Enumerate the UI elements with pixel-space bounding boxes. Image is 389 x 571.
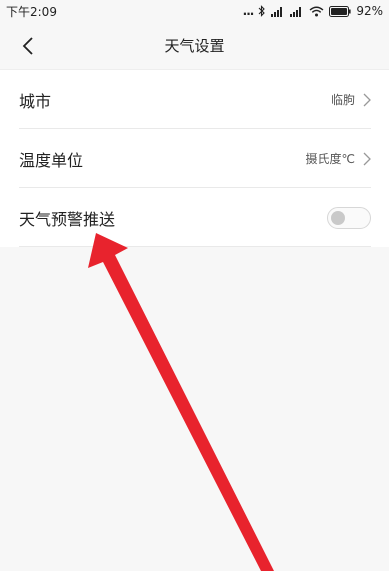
wifi-icon [309,6,324,17]
city-row[interactable]: 城市 临朐 [0,70,389,129]
temperature-unit-row[interactable]: 温度单位 摄氏度℃ [0,129,389,188]
back-button[interactable] [14,32,42,60]
weather-alert-toggle[interactable] [327,206,371,229]
city-value: 临朐 [330,93,355,107]
status-dots: ... [242,4,255,18]
signal-icon-1 [271,6,285,17]
weather-alert-label: 天气预警推送 [19,209,116,229]
header: 天气设置 [0,22,389,70]
battery-icon [329,5,351,17]
status-time: 下午2:09 [6,4,57,19]
status-icons: ... 92% [243,4,383,18]
signal-icon-2 [290,6,304,17]
temperature-unit-label: 温度单位 [19,150,84,170]
chevron-right-icon [363,93,371,107]
city-label: 城市 [19,91,52,111]
settings-list: 城市 临朐 温度单位 摄氏度℃ 天气预警推送 [0,70,389,247]
chevron-left-icon [22,37,33,55]
battery-percent: 92% [356,4,383,18]
weather-alert-row: 天气预警推送 [0,188,389,247]
bluetooth-icon [258,5,266,17]
chevron-right-icon [363,152,371,166]
status-bar: 下午2:09 ... 92% [0,0,389,22]
temperature-unit-value: 摄氏度℃ [305,152,355,166]
page-title: 天气设置 [164,37,225,55]
toggle-knob [331,210,345,225]
